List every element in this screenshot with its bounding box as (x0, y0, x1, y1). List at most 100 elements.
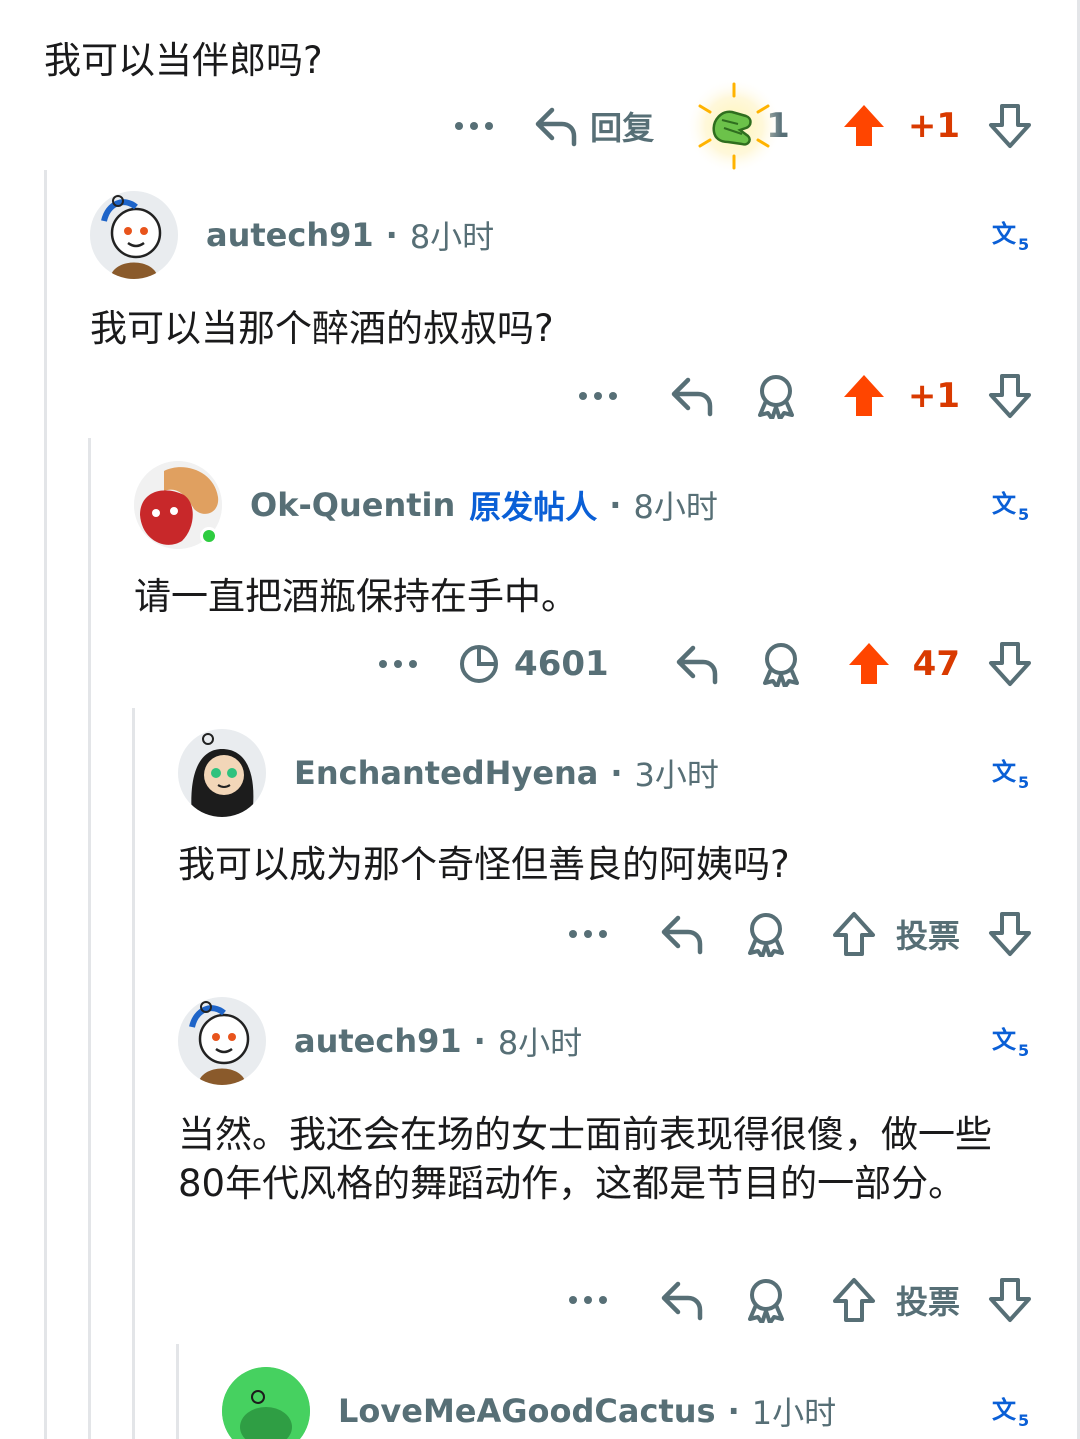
separator-dot: · (385, 216, 398, 254)
upvote-button[interactable] (847, 634, 891, 694)
upvote-arrow-icon (832, 912, 875, 956)
views-button[interactable]: 4601 (458, 634, 609, 694)
username[interactable]: autech91 (294, 1022, 462, 1060)
vote-count: 47 (912, 644, 960, 684)
more-icon (568, 1296, 607, 1304)
translate-button[interactable]: 文5 (992, 754, 1032, 794)
avatar[interactable] (90, 191, 178, 279)
comment-header: autech91 · 8小时 (178, 996, 582, 1086)
downvote-arrow-icon (989, 1278, 1031, 1322)
more-button[interactable] (444, 96, 504, 156)
svg-text:5: 5 (1018, 235, 1029, 254)
snoo-avatar-image (222, 1367, 310, 1439)
more-button[interactable] (558, 904, 618, 964)
award-button[interactable]: 1 (684, 78, 790, 174)
award-button[interactable] (759, 634, 803, 694)
avatar[interactable] (222, 1367, 310, 1439)
award-icon (747, 1279, 784, 1323)
comment-header: autech91 · 8小时 (90, 190, 494, 280)
more-icon (578, 392, 617, 400)
avatar[interactable] (178, 997, 266, 1085)
more-button[interactable] (558, 1270, 618, 1330)
translate-button[interactable]: 文5 (992, 486, 1032, 526)
avatar[interactable] (178, 729, 266, 817)
reply-arrow-icon (676, 645, 717, 685)
downvote-button[interactable] (988, 1270, 1032, 1330)
more-button[interactable] (568, 366, 628, 426)
svg-text:5: 5 (1018, 1041, 1029, 1060)
username[interactable]: Ok-Quentin (250, 486, 455, 524)
downvote-button[interactable] (988, 366, 1032, 426)
downvote-arrow-icon (989, 104, 1031, 148)
svg-text:文: 文 (992, 220, 1017, 248)
award-button[interactable] (744, 904, 788, 964)
award-button[interactable] (744, 1270, 788, 1330)
reply-button[interactable] (668, 366, 714, 426)
award-icon (747, 913, 784, 957)
upvote-arrow-icon (843, 105, 884, 146)
comment-body: 我可以当那个醉酒的叔叔吗? (90, 307, 554, 350)
thread-line (132, 708, 135, 1439)
timestamp: 8小时 (409, 218, 495, 256)
downvote-arrow-icon (989, 912, 1031, 956)
svg-text:5: 5 (1018, 1411, 1029, 1430)
reply-button[interactable] (673, 634, 719, 694)
translate-button[interactable]: 文5 (992, 1392, 1032, 1432)
views-clock-icon (460, 645, 499, 683)
reply-button[interactable] (658, 904, 704, 964)
svg-text:5: 5 (1018, 505, 1029, 524)
comment-actions: 投票 (558, 1270, 1032, 1330)
downvote-button[interactable] (988, 96, 1032, 156)
snoo-avatar-image (90, 191, 178, 279)
vote-count: +1 (907, 106, 960, 146)
translate-icon: 文5 (992, 1396, 1029, 1430)
view-count: 4601 (514, 644, 609, 684)
award-icon (762, 643, 799, 687)
comment-actions: 投票 (558, 904, 1032, 964)
username[interactable]: LoveMeAGoodCactus (338, 1392, 716, 1430)
award-button[interactable] (754, 366, 798, 426)
translate-icon: 文5 (992, 1026, 1029, 1060)
avatar-wrapper (134, 461, 222, 549)
upvote-button[interactable] (832, 904, 876, 964)
svg-text:文: 文 (992, 1396, 1017, 1424)
reply-button[interactable]: 回复 (532, 96, 654, 156)
separator-dot: · (473, 1022, 486, 1060)
reply-arrow-icon (661, 915, 703, 955)
reply-arrow-icon (671, 377, 713, 417)
username[interactable]: EnchantedHyena (294, 754, 598, 792)
snoo-avatar-image (178, 729, 266, 817)
translate-button[interactable]: 文5 (992, 1022, 1032, 1062)
upvote-arrow-icon (843, 375, 884, 416)
comment-body: 请一直把酒瓶保持在手中。 (134, 575, 578, 618)
timestamp: 3小时 (634, 756, 719, 794)
online-status-indicator (200, 527, 218, 545)
username[interactable]: autech91 (206, 216, 374, 254)
reply-label: 回复 (590, 109, 655, 147)
more-icon (568, 930, 607, 938)
downvote-button[interactable] (988, 634, 1032, 694)
vote-count: +1 (907, 376, 960, 416)
reply-arrow-icon (535, 107, 577, 147)
thread-line (176, 1344, 179, 1439)
translate-icon: 文5 (992, 758, 1029, 792)
translate-icon: 文5 (992, 490, 1029, 524)
upvote-arrow-icon (832, 1278, 875, 1322)
svg-text:文: 文 (992, 1026, 1017, 1054)
upvote-button[interactable] (842, 96, 886, 156)
downvote-button[interactable] (988, 904, 1032, 964)
svg-text:5: 5 (1018, 773, 1029, 792)
separator-dot: · (727, 1392, 740, 1430)
reply-button[interactable] (658, 1270, 704, 1330)
timestamp: 8小时 (633, 488, 718, 526)
upvote-arrow-icon (848, 643, 889, 684)
comment-body: 我可以当伴郎吗? (44, 39, 323, 82)
translate-button[interactable]: 文5 (992, 216, 1032, 256)
upvote-button[interactable] (842, 366, 886, 426)
upvote-button[interactable] (832, 1270, 876, 1330)
comment-body: 当然。我还会在场的女士面前表现得很傻，做一些80年代风格的舞蹈动作，这都是节目的… (178, 1113, 992, 1205)
more-button[interactable] (368, 634, 428, 694)
vote-label: 投票 (895, 917, 960, 955)
comment-header: Ok-Quentin 原发帖人 · 8小时 (134, 460, 718, 550)
downvote-arrow-icon (989, 642, 1031, 686)
